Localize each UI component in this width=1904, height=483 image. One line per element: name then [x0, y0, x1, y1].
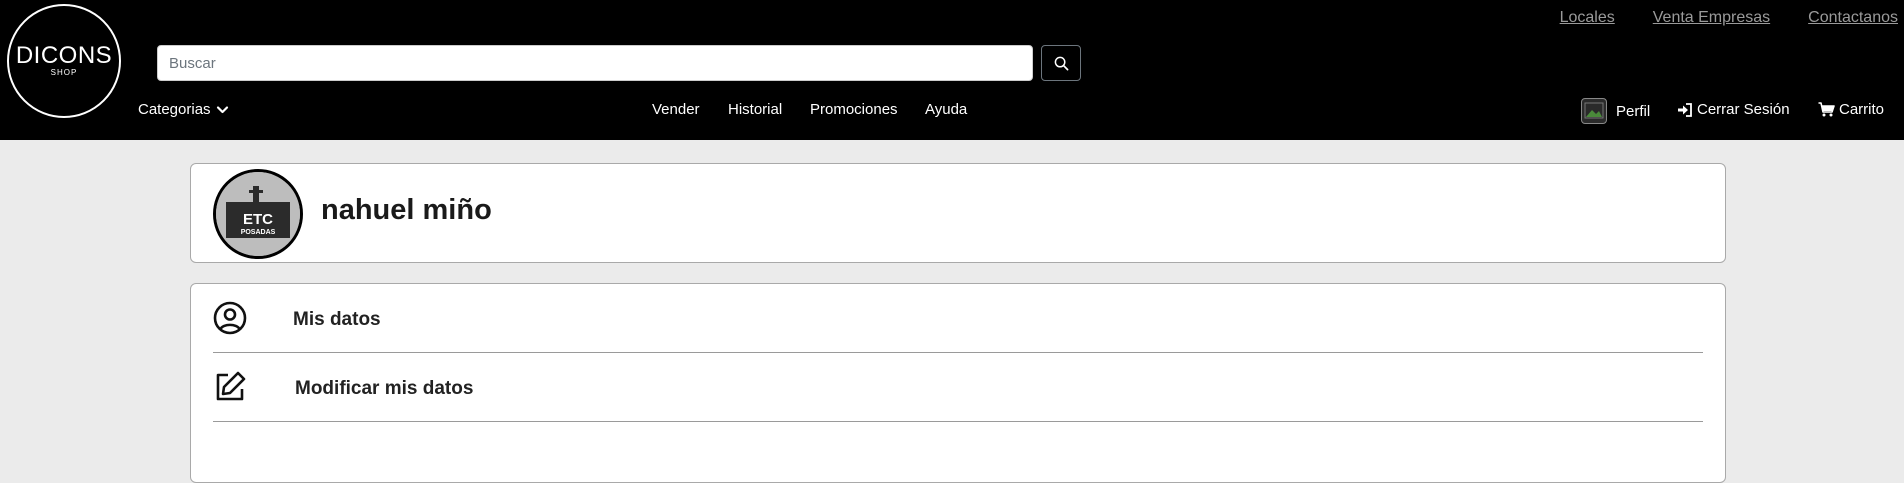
- menu-item-label: Modificar mis datos: [295, 378, 474, 399]
- nav-vender[interactable]: Vender: [652, 101, 700, 118]
- categories-dropdown[interactable]: Categorias: [138, 101, 229, 118]
- user-name: nahuel miño: [321, 194, 492, 226]
- logo[interactable]: DICONS SHOP: [7, 4, 121, 118]
- search-icon: [1054, 56, 1068, 70]
- top-header: DICONS SHOP Locales Venta Empresas Conta…: [0, 0, 1904, 140]
- nav-cerrar-sesion[interactable]: Cerrar Sesión: [1677, 101, 1790, 118]
- avatar: ETC POSADAS: [213, 169, 303, 259]
- logo-text: DICONS: [15, 42, 113, 69]
- link-venta-empresas[interactable]: Venta Empresas: [1653, 9, 1770, 27]
- nav-ayuda[interactable]: Ayuda: [925, 101, 967, 118]
- svg-text:POSADAS: POSADAS: [241, 229, 276, 236]
- perfil-label: Perfil: [1616, 102, 1651, 120]
- chevron-down-icon: [216, 105, 228, 113]
- nav-perfil[interactable]: Perfil: [1581, 98, 1650, 124]
- carrito-label: Carrito: [1839, 101, 1885, 118]
- edit-icon: [216, 371, 246, 401]
- logo-subtext: SHOP: [50, 68, 78, 77]
- menu-item-label: Mis datos: [293, 309, 381, 330]
- top-links: Locales Venta Empresas Contactanos: [1560, 9, 1904, 27]
- link-contactanos[interactable]: Contactanos: [1808, 9, 1898, 27]
- nav-promociones[interactable]: Promociones: [810, 101, 898, 118]
- nav-carrito[interactable]: Carrito: [1818, 101, 1884, 118]
- avatar-image: ETC POSADAS: [216, 172, 300, 256]
- search-input[interactable]: [157, 45, 1033, 81]
- search-button[interactable]: [1041, 45, 1081, 81]
- user-circle-icon: [213, 301, 247, 335]
- link-locales[interactable]: Locales: [1560, 9, 1615, 27]
- menu-item-modificar-datos[interactable]: Modificar mis datos: [213, 353, 1703, 422]
- categories-label: Categorias: [138, 101, 211, 118]
- profile-thumbnail-icon: [1581, 98, 1607, 124]
- menu-item-mis-datos[interactable]: Mis datos: [213, 284, 1703, 353]
- profile-card: ETC POSADAS nahuel miño: [190, 163, 1726, 263]
- sign-in-icon: [1678, 102, 1692, 117]
- shopping-cart-icon: [1818, 102, 1835, 117]
- svg-text:ETC: ETC: [243, 211, 273, 228]
- account-menu-card: Mis datos Modificar mis datos: [190, 283, 1726, 483]
- nav-historial[interactable]: Historial: [728, 101, 782, 118]
- cerrar-sesion-label: Cerrar Sesión: [1697, 101, 1790, 118]
